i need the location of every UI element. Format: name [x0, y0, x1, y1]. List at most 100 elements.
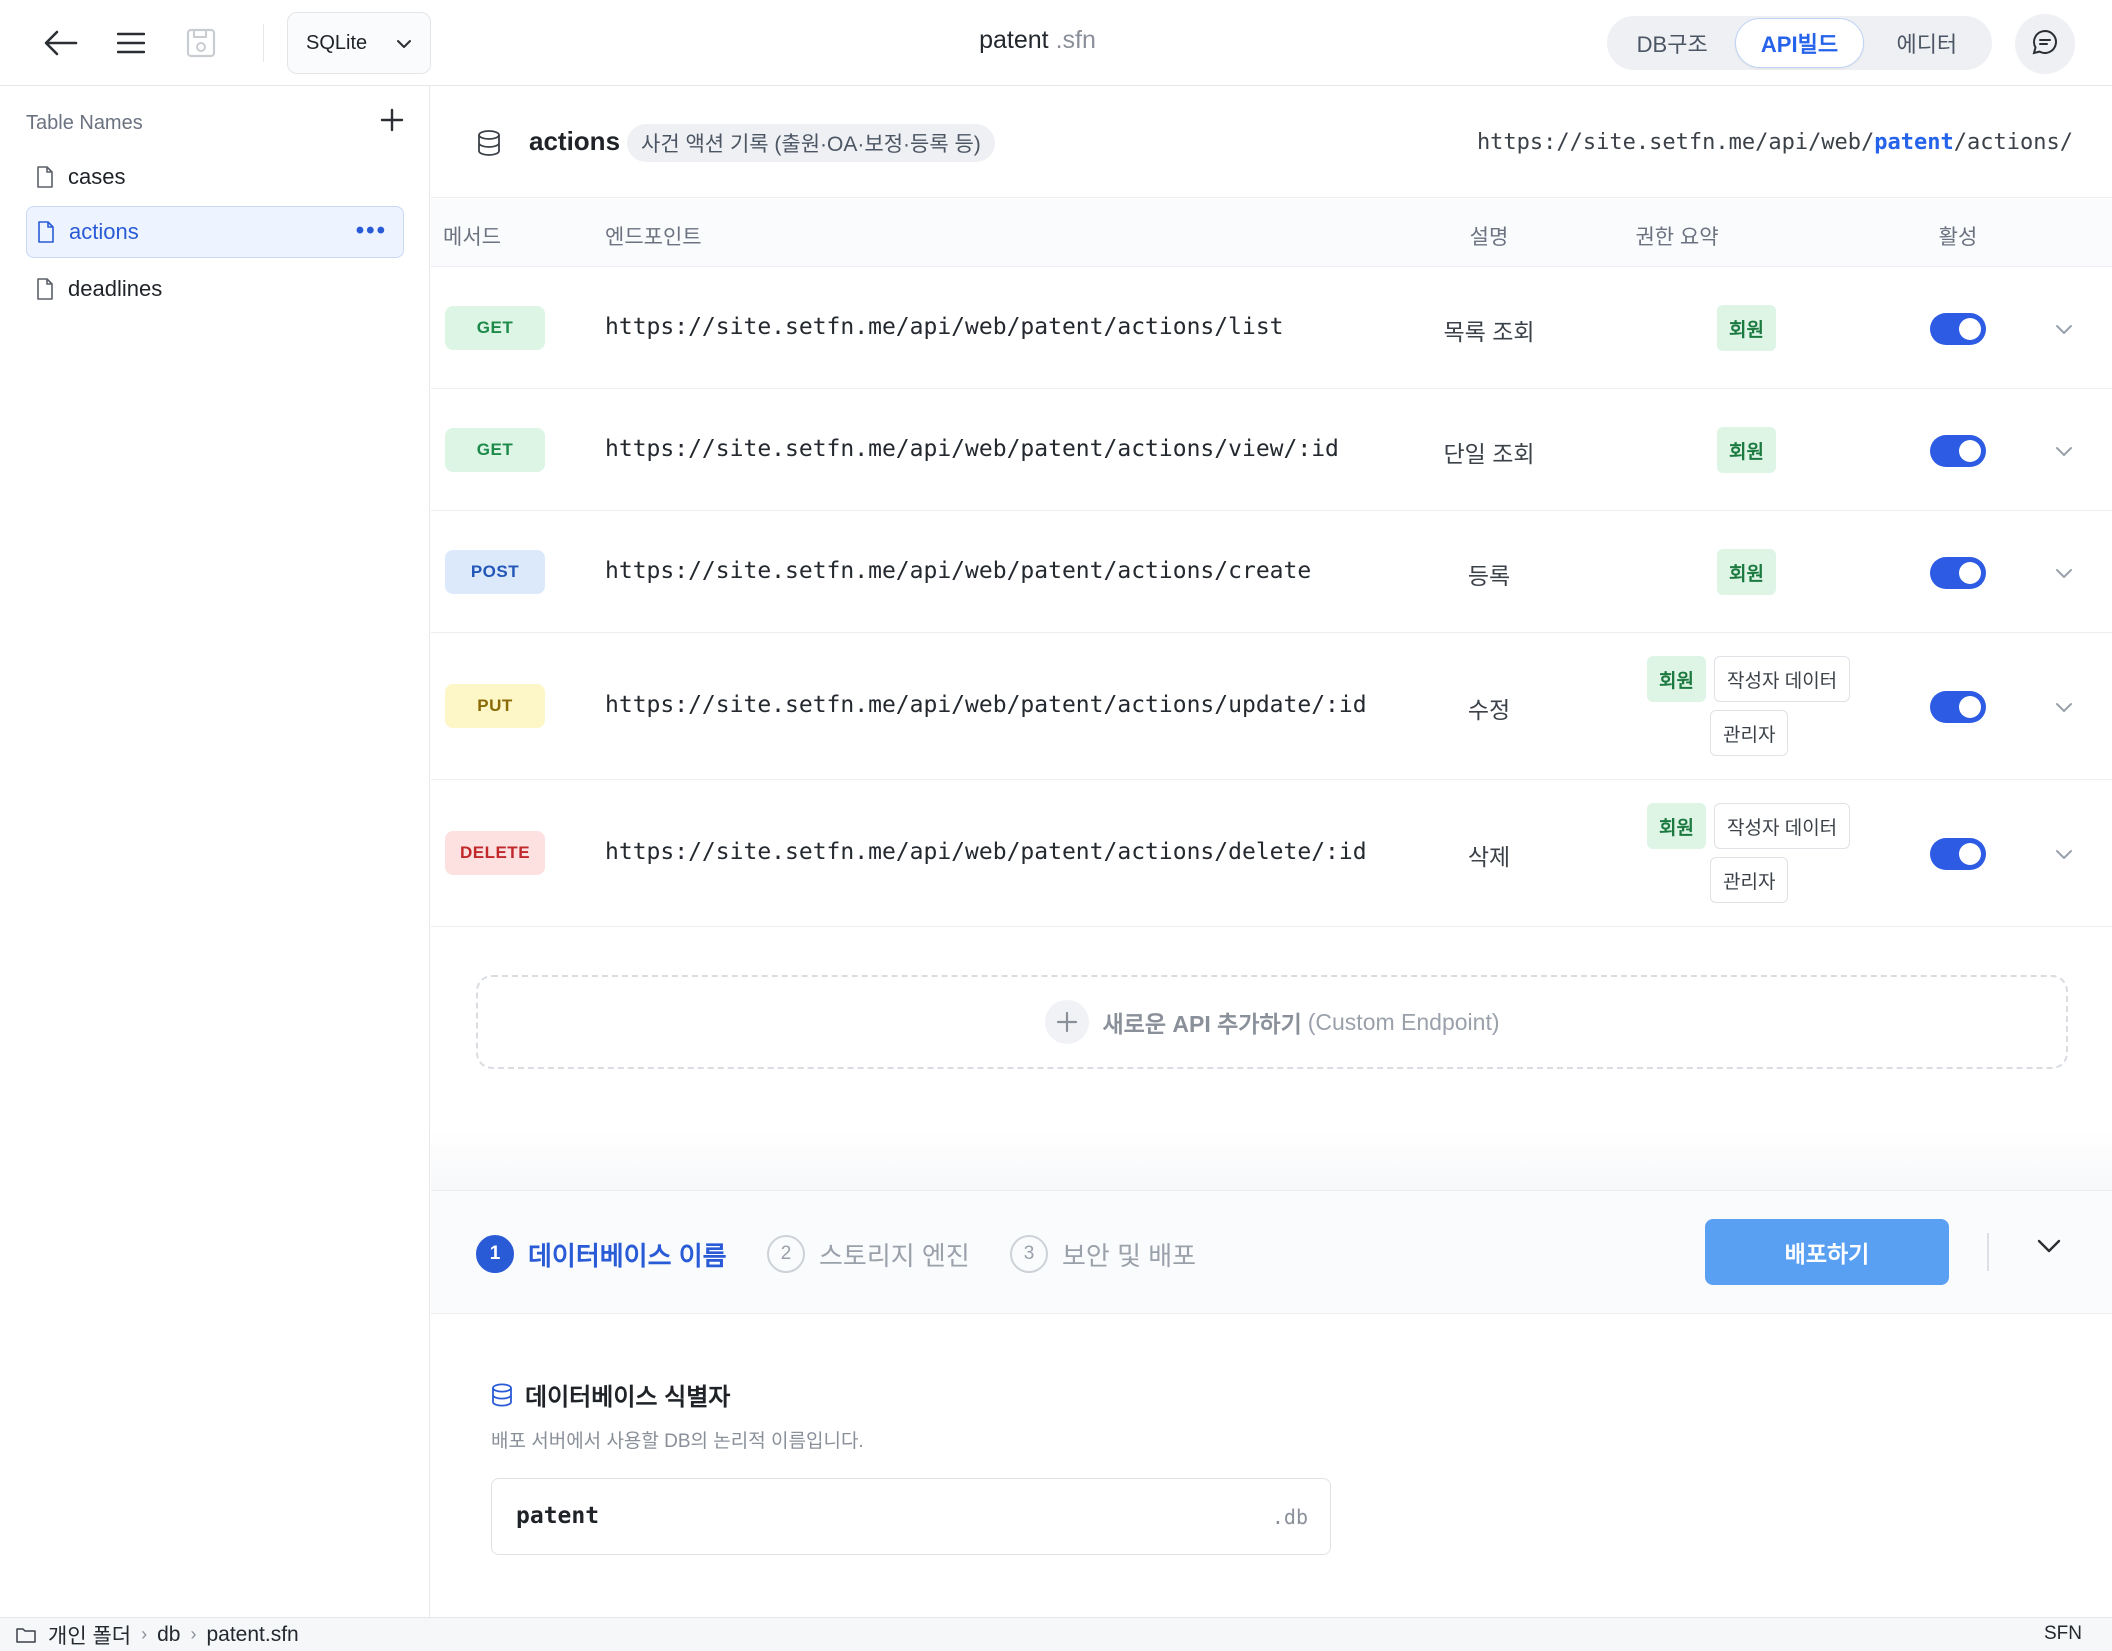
permission-badge: 회원: [1647, 803, 1706, 849]
tab-db-structure[interactable]: DB구조: [1609, 18, 1735, 68]
chevron-down-icon[interactable]: [2037, 1239, 2061, 1258]
method-badge: GET: [445, 428, 545, 472]
chevron-down-icon[interactable]: [2051, 316, 2077, 342]
tab-api-build[interactable]: API빌드: [1735, 18, 1864, 68]
chevron-down-icon[interactable]: [2051, 438, 2077, 464]
table-description-badge: 사건 액션 기록 (출원·OA·보정·등록 등): [627, 124, 995, 162]
active-toggle[interactable]: [1930, 557, 1986, 589]
sidebar-header: Table Names: [26, 112, 143, 134]
active-toggle[interactable]: [1930, 435, 1986, 467]
sidebar-item-label: cases: [68, 164, 126, 189]
chevron-down-icon[interactable]: [2051, 841, 2077, 867]
endpoint-url: https://site.setfn.me/api/web/patent/act…: [605, 839, 1367, 865]
column-header-permission: 권한 요약: [1635, 226, 1719, 249]
table-row[interactable]: PUT https://site.setfn.me/api/web/patent…: [431, 634, 2112, 780]
permission-badge: 작성자 데이터: [1714, 803, 1851, 849]
breadcrumb-item[interactable]: patent.sfn: [206, 1623, 298, 1647]
step-label: 데이터베이스 이름: [528, 1240, 727, 1271]
add-api-hint: (Custom Endpoint): [1307, 1008, 1500, 1035]
file-icon: [37, 221, 55, 243]
active-toggle[interactable]: [1930, 838, 1986, 870]
endpoint-description: 목록 조회: [1443, 319, 1535, 345]
method-badge: PUT: [445, 684, 545, 728]
chevron-right-icon: ›: [141, 1624, 148, 1644]
chat-bubble-icon: [2032, 29, 2058, 60]
table-row[interactable]: GET https://site.setfn.me/api/web/patent…: [431, 268, 2112, 389]
db-name-suffix: .db: [1271, 1505, 1308, 1529]
step-storage-engine[interactable]: 2 스토리지 엔진: [767, 1235, 970, 1273]
active-toggle[interactable]: [1930, 313, 1986, 345]
sidebar-item-deadlines[interactable]: deadlines: [26, 263, 404, 315]
sidebar-item-label: deadlines: [68, 276, 163, 301]
breadcrumb-item[interactable]: db: [157, 1623, 180, 1647]
db-name-field[interactable]: patent .db: [491, 1478, 1331, 1555]
endpoint-url: https://site.setfn.me/api/web/patent/act…: [605, 558, 1312, 584]
tab-editor[interactable]: 에디터: [1864, 18, 1990, 68]
column-header-endpoint: 엔드포인트: [605, 226, 702, 249]
sidebar: Table Names cases actions ••• deadlines: [0, 86, 430, 1617]
base-url: https://site.setfn.me/api/web/patent/act…: [1477, 130, 2073, 155]
view-mode-switch: DB구조 API빌드 에디터: [1607, 16, 1992, 70]
method-badge: GET: [445, 306, 545, 350]
permission-badge: 회원: [1717, 305, 1776, 351]
chevron-right-icon: ›: [190, 1624, 197, 1644]
add-table-button[interactable]: [372, 102, 412, 142]
endpoint-url: https://site.setfn.me/api/web/patent/act…: [605, 436, 1339, 462]
document-extension: .sfn: [1055, 26, 1096, 54]
step-number: 1: [476, 1235, 514, 1273]
base-url-highlight: patent: [1874, 130, 1954, 155]
divider: [1987, 1233, 1989, 1271]
plus-icon: [380, 108, 404, 137]
method-badge: POST: [445, 550, 545, 594]
endpoint-description: 단일 조회: [1443, 441, 1535, 467]
table-row[interactable]: GET https://site.setfn.me/api/web/patent…: [431, 390, 2112, 511]
endpoint-table-header: 메서드 엔드포인트 설명 권한 요약 활성: [431, 199, 2112, 267]
table-header: actions 사건 액션 기록 (출원·OA·보정·등록 등) https:/…: [431, 86, 2112, 198]
active-toggle[interactable]: [1930, 691, 1986, 723]
add-api-label: 새로운 API 추가하기: [1102, 1011, 1302, 1037]
step-number: 2: [767, 1235, 805, 1273]
deploy-stepper-bar: 1 데이터베이스 이름 2 스토리지 엔진 3 보안 및 배포 배포하기: [431, 1190, 2112, 1314]
app-label: SFN: [2044, 1623, 2082, 1644]
database-icon: [477, 130, 501, 161]
step-security-deploy[interactable]: 3 보안 및 배포: [1010, 1235, 1196, 1273]
column-header-active: 활성: [1938, 226, 1978, 249]
table-row[interactable]: DELETE https://site.setfn.me/api/web/pat…: [431, 781, 2112, 927]
db-name-value: patent: [516, 1503, 600, 1529]
sidebar-item-cases[interactable]: cases: [26, 151, 404, 203]
endpoint-description: 등록: [1467, 563, 1511, 589]
step-label: 스토리지 엔진: [819, 1240, 970, 1271]
add-api-button[interactable]: 새로운 API 추가하기 (Custom Endpoint): [476, 975, 2068, 1069]
permission-badge: 관리자: [1710, 710, 1789, 756]
deploy-button[interactable]: 배포하기: [1705, 1219, 1949, 1285]
file-icon: [36, 278, 54, 300]
chat-button[interactable]: [2015, 14, 2075, 74]
step-database-name[interactable]: 1 데이터베이스 이름: [476, 1235, 727, 1273]
permission-badge: 관리자: [1710, 857, 1789, 903]
endpoint-description: 삭제: [1467, 844, 1511, 870]
permission-badge: 회원: [1717, 549, 1776, 595]
permission-badge: 회원: [1717, 427, 1776, 473]
column-header-method: 메서드: [443, 226, 501, 249]
section-title: 데이터베이스 식별자: [491, 1377, 730, 1412]
permission-badge: 작성자 데이터: [1714, 656, 1851, 702]
breadcrumb-item[interactable]: 개인 폴더: [48, 1620, 131, 1650]
plus-icon: [1044, 1000, 1089, 1044]
section-title-text: 데이터베이스 식별자: [525, 1384, 731, 1411]
panel-shadow: [431, 1130, 2112, 1190]
base-url-prefix: https://site.setfn.me/api/web/: [1476, 130, 1875, 155]
table-row[interactable]: POST https://site.setfn.me/api/web/paten…: [431, 512, 2112, 633]
folder-icon: [16, 1627, 36, 1643]
document-name: patent: [979, 26, 1049, 54]
status-bar: 개인 폴더 › db › patent.sfn SFN: [0, 1617, 2112, 1651]
chevron-down-icon[interactable]: [2051, 560, 2077, 586]
top-toolbar: SQLite patent .sfn DB구조 API빌드 에디터: [0, 0, 2112, 86]
sidebar-item-label: actions: [69, 219, 139, 244]
section-description: 배포 서버에서 사용할 DB의 논리적 이름입니다.: [491, 1431, 864, 1452]
step-number: 3: [1010, 1235, 1048, 1273]
chevron-down-icon[interactable]: [2051, 694, 2077, 720]
method-badge: DELETE: [445, 831, 545, 875]
more-options-icon[interactable]: •••: [356, 217, 387, 245]
file-icon: [36, 166, 54, 188]
sidebar-item-actions[interactable]: actions •••: [26, 206, 404, 258]
